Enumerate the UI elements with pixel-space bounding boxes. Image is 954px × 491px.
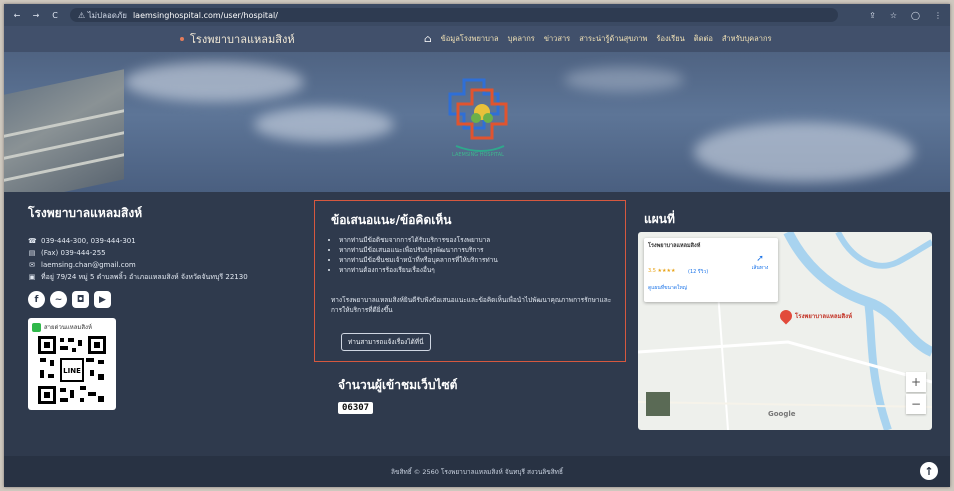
cloud-shape [564, 67, 684, 92]
menu-dots-icon[interactable]: ⋮ [934, 11, 942, 20]
contact-email[interactable]: laemsing.chan@gmail.com [41, 259, 136, 271]
hospital-building-image [4, 69, 124, 192]
feedback-item: หากท่านมีข้อชื่นชมเจ้าหน้าที่หรือบุคลากร… [339, 255, 498, 265]
home-icon[interactable]: ⌂ [424, 34, 432, 45]
directions-label: เส้นทาง [751, 265, 769, 271]
site-header: โรงพยาบาลแหลมสิงห์ ⌂ ข้อมูลโรงพยาบาล บุค… [4, 26, 950, 52]
feedback-note: ทางโรงพยาบาลแหลมสิงห์ยินดีรับฟังข้อเสนอแ… [331, 296, 612, 314]
address-icon: ▣ [28, 273, 36, 281]
forward-icon[interactable]: → [31, 11, 41, 20]
feedback-item: หากท่านมีข้อเสนอแนะเพื่อปรับปรุงพัฒนาการ… [339, 245, 498, 255]
map-title: แผนที่ [644, 212, 675, 226]
reload-icon[interactable]: C [50, 11, 60, 20]
feedback-box: ข้อเสนอแนะ/ข้อคิดเห็น หากท่านมีข้อติชมจา… [314, 200, 626, 362]
menu-item-staff[interactable]: บุคลากร [508, 33, 535, 45]
youtube-icon[interactable]: ▶ [94, 291, 111, 308]
contact-title: โรงพยาบาลแหลมสิงห์ [28, 206, 143, 220]
footer-copyright: ลิขสิทธิ์ © 2560 โรงพยาบาลแหลมสิงห์ จันท… [391, 467, 563, 476]
share-icon[interactable]: ⇪ [869, 11, 876, 20]
map-reviews[interactable]: (12 รีวิว) [688, 268, 708, 276]
map-place-card: โรงพยาบาลแหลมสิงห์ 3.5 ★★★★ (12 รีวิว) ด… [644, 238, 778, 302]
zoom-in-button[interactable]: + [906, 372, 926, 392]
address-bar[interactable]: ⚠ ไม่ปลอดภัย laemsinghospital.com/user/h… [70, 8, 838, 22]
facebook-icon[interactable]: f [28, 291, 45, 308]
feedback-item: หากท่านต้องการร้องเรียนเรื่องอื่นๆ [339, 265, 498, 275]
back-icon[interactable]: ← [12, 11, 22, 20]
feedback-list: หากท่านมีข้อติชมจากการได้รับบริการของโรง… [331, 235, 498, 275]
menu-item-for-staff[interactable]: สำหรับบุคลากร [722, 33, 772, 45]
cloud-shape [254, 107, 394, 142]
visitor-count: 06307 [338, 402, 374, 414]
menu-item-contact[interactable]: ติดต่อ [694, 33, 713, 45]
contact-phone[interactable]: 039-444-300, 039-444-301 [41, 235, 136, 247]
brand-dot-icon [180, 37, 184, 41]
google-logo: Google [768, 410, 796, 418]
contact-address: ที่อยู่ 79/24 หมู่ 5 ตำบลพลิ้ว อำเภอแหลม… [41, 273, 248, 281]
contact-list: ☎ 039-444-300, 039-444-301 ▤ (Fax) 039-444… [28, 235, 308, 283]
qr-line-text: LINE [63, 367, 81, 375]
url-text: laemsinghospital.com/user/hospital/ [132, 10, 278, 20]
map-rating: 3.5 ★★★★ [648, 268, 676, 274]
messenger-icon[interactable]: ~ [50, 291, 67, 308]
logo-caption: LAEMSING HOSPITAL [452, 152, 504, 158]
menu-item-about[interactable]: ข้อมูลโรงพยาบาล [441, 33, 499, 45]
feedback-item: หากท่านมีข้อติชมจากการได้รับบริการของโรง… [339, 235, 498, 245]
fax-icon: ▤ [28, 249, 36, 257]
map-pin-icon [777, 307, 795, 325]
hero-banner: LAEMSING HOSPITAL [4, 52, 950, 192]
map-place-name: โรงพยาบาลแหลมสิงห์ [648, 243, 701, 249]
zoom-out-button[interactable]: − [906, 394, 926, 414]
visitor-title: จำนวนผู้เข้าชมเว็บไซต์ [338, 378, 458, 392]
submit-feedback-button[interactable]: ท่านสามารถแจ้งเรื่องได้ที่นี่ [341, 333, 431, 351]
menu-item-health-info[interactable]: สาระน่ารู้ด้านสุขภาพ [579, 33, 647, 45]
visitor-counter-section: จำนวนผู้เข้าชมเว็บไซต์ 06307 [338, 376, 457, 414]
phone-icon: ☎ [28, 237, 37, 245]
back-to-top-button[interactable]: ↑ [920, 462, 938, 480]
cloud-shape [694, 122, 914, 182]
map-pin[interactable]: โรงพยาบาลแหลมสิงห์ [777, 307, 853, 325]
cloud-shape [124, 62, 304, 102]
security-indicator[interactable]: ⚠ ไม่ปลอดภัย [78, 9, 127, 22]
map-pin-label: โรงพยาบาลแหลมสิงห์ [795, 313, 853, 320]
extensions-icon[interactable]: ◯ [911, 11, 920, 20]
menu-item-complaint[interactable]: ร้องเรียน [656, 33, 684, 45]
map-directions[interactable]: ➚ เส้นทาง [746, 254, 774, 272]
main-menu: ⌂ ข้อมูลโรงพยาบาล บุคลากร ข่าวสาร สาระน่… [424, 33, 772, 45]
contact-fax: (Fax) 039-444-255 [41, 249, 106, 257]
embedded-map[interactable]: โรงพยาบาลแหลมสิงห์ 3.5 ★★★★ (12 รีวิว) ด… [638, 232, 932, 430]
qr-label: สายด่วนแหลมสิงห์ [44, 324, 92, 331]
email-icon: ✉ [29, 261, 35, 269]
site-brand[interactable]: โรงพยาบาลแหลมสิงห์ [180, 30, 295, 48]
browser-toolbar: ← → C ⚠ ไม่ปลอดภัย laemsinghospital.com/… [4, 4, 950, 26]
browser-window: ← → C ⚠ ไม่ปลอดภัย laemsinghospital.com/… [4, 4, 950, 487]
feedback-title: ข้อเสนอแนะ/ข้อคิดเห็น [331, 213, 452, 227]
brand-name: โรงพยาบาลแหลมสิงห์ [190, 33, 295, 46]
directions-icon: ➚ [756, 254, 764, 264]
line-logo-icon [32, 322, 41, 332]
line-icon[interactable]: ◘ [72, 291, 89, 308]
hospital-logo: LAEMSING HOSPITAL [448, 78, 508, 158]
contact-column: โรงพยาบาลแหลมสิงห์ ☎ 039-444-300, 039-444… [28, 204, 308, 410]
site-footer: ลิขสิทธิ์ © 2560 โรงพยาบาลแหลมสิงห์ จันท… [4, 456, 950, 487]
social-links: f ~ ◘ ▶ [28, 291, 308, 308]
menu-item-news[interactable]: ข่าวสาร [544, 33, 570, 45]
bookmark-star-icon[interactable]: ☆ [890, 11, 897, 20]
line-qr-card[interactable]: สายด่วนแหลมสิงห์ LINE [28, 318, 116, 410]
map-larger-link[interactable]: ดูแผนที่ขนาดใหญ่ [648, 284, 687, 292]
qr-code: LINE [38, 336, 106, 404]
